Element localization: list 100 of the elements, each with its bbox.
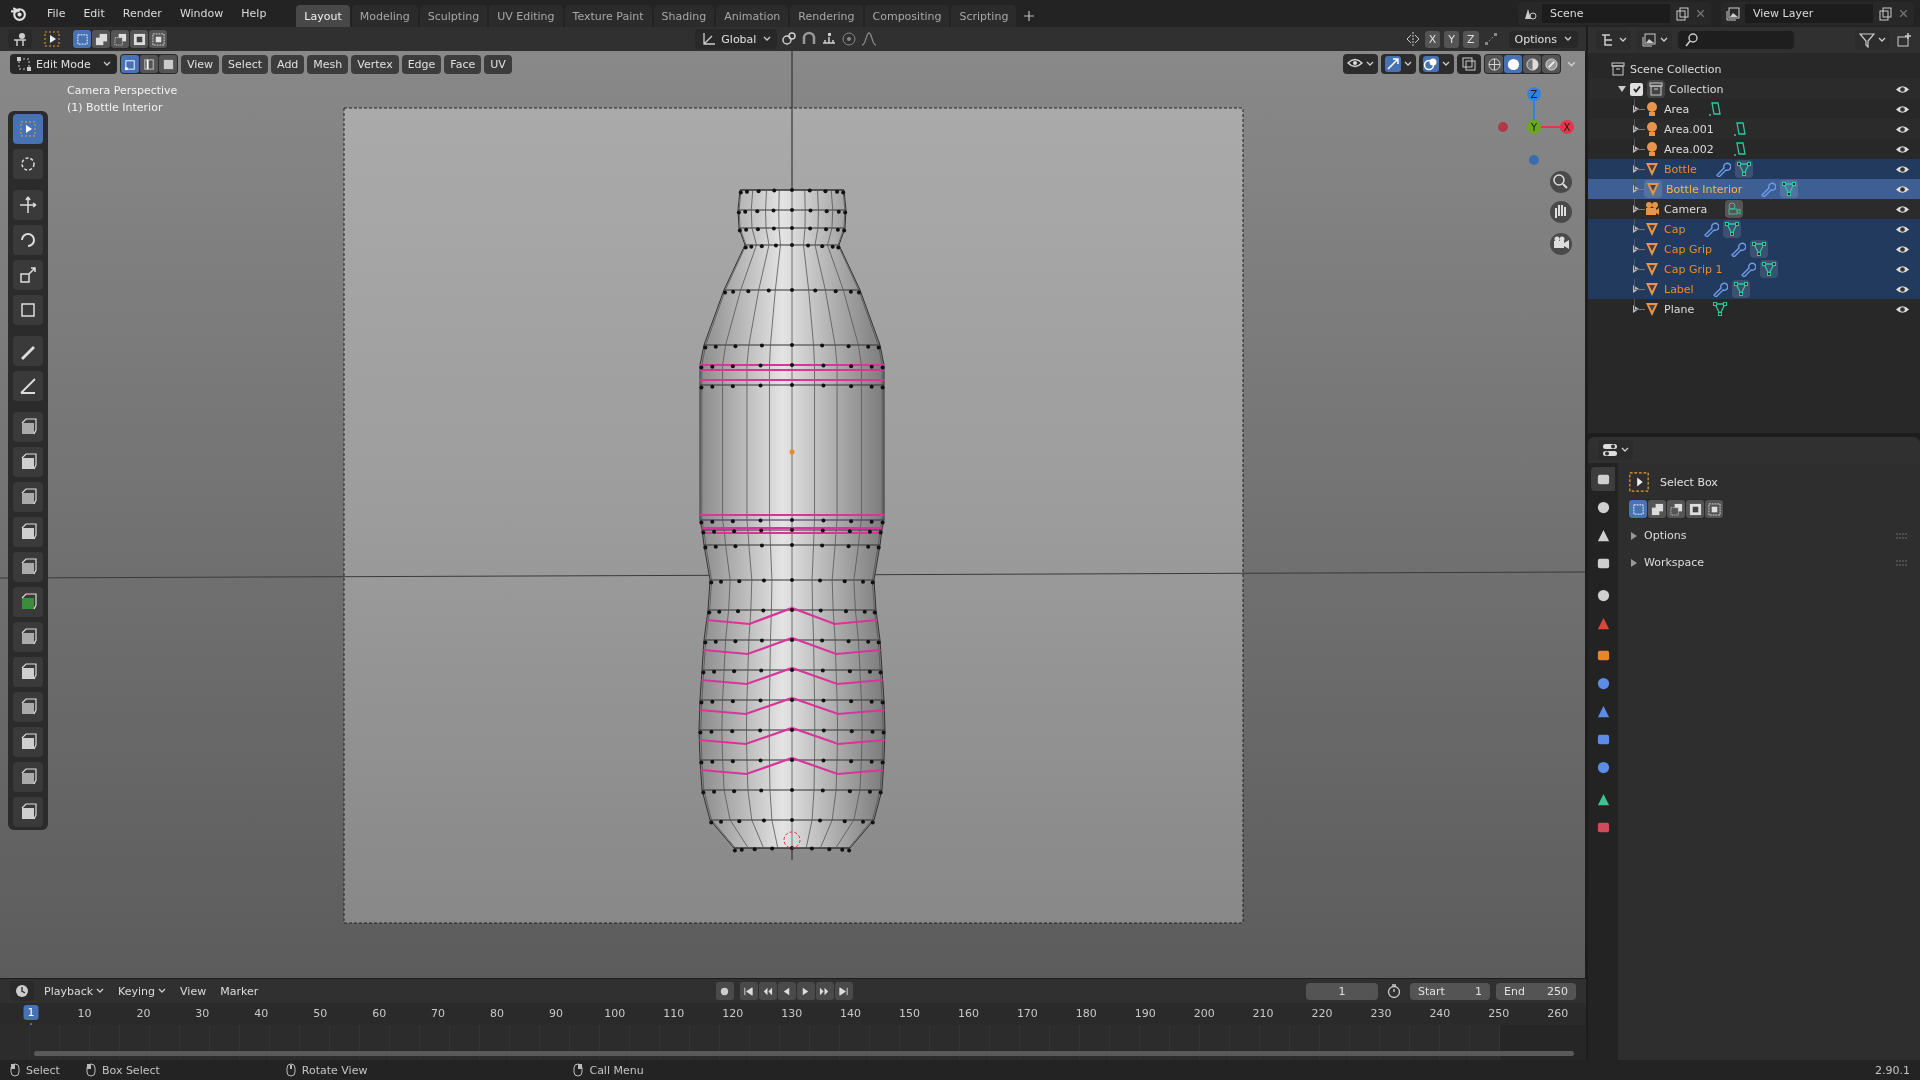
outliner-item[interactable]: Area [1664, 102, 1690, 116]
workspace-tab[interactable]: Sculpting [419, 4, 488, 27]
new-selection-icon[interactable] [1629, 500, 1647, 518]
camera-data-icon[interactable] [1726, 201, 1743, 217]
timeline-menu[interactable]: Marker [216, 982, 263, 1000]
copy-icon[interactable] [1674, 5, 1690, 22]
new-collection-icon[interactable] [1896, 32, 1912, 48]
app-logo-icon[interactable] [10, 5, 27, 22]
axis-toggle[interactable]: X [1424, 30, 1441, 48]
drag-handle-icon[interactable] [1896, 558, 1908, 567]
overlays-dropdown[interactable] [1419, 54, 1454, 74]
select-box-icon[interactable] [13, 114, 43, 144]
camera-icon[interactable] [1550, 233, 1572, 255]
new-selection-icon[interactable] [73, 30, 91, 48]
xray-button[interactable] [1457, 54, 1481, 74]
menu-item[interactable]: Render [114, 4, 170, 23]
horizontal-scrollbar[interactable] [34, 1051, 1574, 1056]
end-frame-field[interactable]: End 250 [1496, 982, 1576, 1000]
expand-arrow-icon[interactable] [1632, 105, 1640, 113]
solid-shading-icon[interactable] [1504, 55, 1522, 73]
timeline-menu[interactable]: Playback [40, 982, 109, 1000]
expand-arrow-icon[interactable] [1632, 245, 1640, 253]
expand-arrow-icon[interactable] [1632, 305, 1640, 313]
panel-header[interactable]: Options [1644, 529, 1687, 542]
wrench-icon[interactable] [1703, 221, 1720, 237]
axis-toggle[interactable]: Y [1444, 30, 1459, 48]
stopwatch-icon[interactable] [1386, 983, 1402, 999]
wrench-icon[interactable] [1740, 261, 1757, 277]
menu-item[interactable]: File [39, 4, 74, 23]
mirror-icon[interactable] [1404, 31, 1421, 47]
expand-arrow-icon[interactable] [1632, 285, 1640, 293]
play-reverse-icon[interactable] [777, 982, 796, 1000]
timeline-menu[interactable]: View [176, 982, 211, 1000]
workspace-tab[interactable]: UV Editing [489, 4, 563, 27]
wrench-icon[interactable] [1711, 281, 1728, 297]
display-mode-dropdown[interactable] [1596, 30, 1631, 50]
subtract-selection-icon[interactable] [111, 30, 129, 48]
subtract-selection-icon[interactable] [1667, 500, 1685, 518]
expand-arrow-icon[interactable] [1632, 145, 1640, 153]
add-icon[interactable] [1024, 10, 1035, 21]
extend-selection-icon[interactable] [1648, 500, 1666, 518]
outliner-item[interactable]: Camera [1664, 202, 1708, 216]
expand-arrow-icon[interactable] [1632, 265, 1640, 273]
editor-type-button[interactable] [8, 29, 32, 49]
expand-arrow-icon[interactable] [1632, 185, 1640, 193]
edge-select-icon[interactable] [140, 55, 158, 73]
expand-arrow-icon[interactable] [1618, 85, 1626, 93]
vertex-select-icon[interactable] [121, 55, 139, 73]
expand-arrow-icon[interactable] [1632, 225, 1640, 233]
scene-field[interactable]: Scene [1542, 4, 1670, 23]
expand-arrow-icon[interactable] [1630, 558, 1638, 567]
face-select-icon[interactable] [159, 55, 177, 73]
magnet-icon[interactable] [801, 31, 818, 47]
snap-target-icon[interactable] [821, 31, 838, 47]
view-layer-field[interactable]: View Layer [1745, 4, 1873, 23]
filter-dropdown[interactable] [1855, 30, 1890, 50]
expand-arrow-icon[interactable] [1632, 165, 1640, 173]
invert-selection-icon[interactable] [130, 30, 148, 48]
measure-icon[interactable] [13, 371, 43, 401]
axis-toggle[interactable]: Z [1463, 30, 1479, 48]
expand-arrow-icon[interactable] [1632, 125, 1640, 133]
hand-icon[interactable] [1550, 201, 1572, 223]
outliner-item[interactable]: Bottle [1664, 162, 1697, 176]
checkbox[interactable] [1630, 82, 1643, 96]
extend-selection-icon[interactable] [92, 30, 110, 48]
close-icon[interactable] [1897, 7, 1910, 20]
outliner-item[interactable]: Area.001 [1664, 122, 1714, 136]
intersect-selection-icon[interactable] [1705, 500, 1723, 518]
expand-arrow-icon[interactable] [1632, 205, 1640, 213]
workspace-tab[interactable]: Layout [296, 4, 350, 27]
outliner-item[interactable]: Cap Grip 1 [1664, 262, 1723, 276]
pivot-icon[interactable] [781, 31, 798, 47]
filter-view-dropdown[interactable] [1637, 30, 1672, 50]
gizmo-dropdown[interactable] [1381, 54, 1416, 74]
workspace-tab[interactable]: Texture Paint [564, 4, 652, 27]
editor-type-button[interactable] [10, 981, 34, 1001]
light-data-icon[interactable] [1731, 141, 1748, 157]
jump-start-icon[interactable] [739, 982, 758, 1000]
move-icon[interactable] [13, 190, 43, 220]
workspace-tab[interactable]: Scripting [951, 4, 1017, 27]
zoom-icon[interactable] [1550, 171, 1572, 193]
menu-item[interactable]: Edit [75, 4, 113, 23]
outliner-item[interactable]: Scene Collection [1630, 62, 1722, 76]
mode-dropdown[interactable]: Edit Mode [10, 54, 117, 74]
rendered-shading-icon[interactable] [1542, 55, 1560, 73]
expand-arrow-icon[interactable] [1630, 531, 1638, 540]
scale-icon[interactable] [13, 260, 43, 290]
menu-item[interactable]: Window [171, 4, 232, 23]
jump-end-icon[interactable] [834, 982, 853, 1000]
orientation-dropdown[interactable]: Global [695, 29, 778, 49]
workspace-tab[interactable]: Compositing [864, 4, 950, 27]
intersect-selection-icon[interactable] [149, 30, 167, 48]
outliner-item[interactable]: Plane [1664, 302, 1695, 316]
outliner-item[interactable]: Cap Grip [1664, 242, 1712, 256]
outliner-item[interactable]: Collection [1669, 82, 1724, 96]
current-frame-field[interactable]: 1 [1306, 982, 1378, 1000]
options-dropdown[interactable]: Options [1508, 30, 1578, 48]
record-icon[interactable] [715, 982, 734, 1000]
annotate-icon[interactable] [13, 336, 43, 366]
current-frame-marker[interactable]: 1 [23, 1005, 39, 1020]
